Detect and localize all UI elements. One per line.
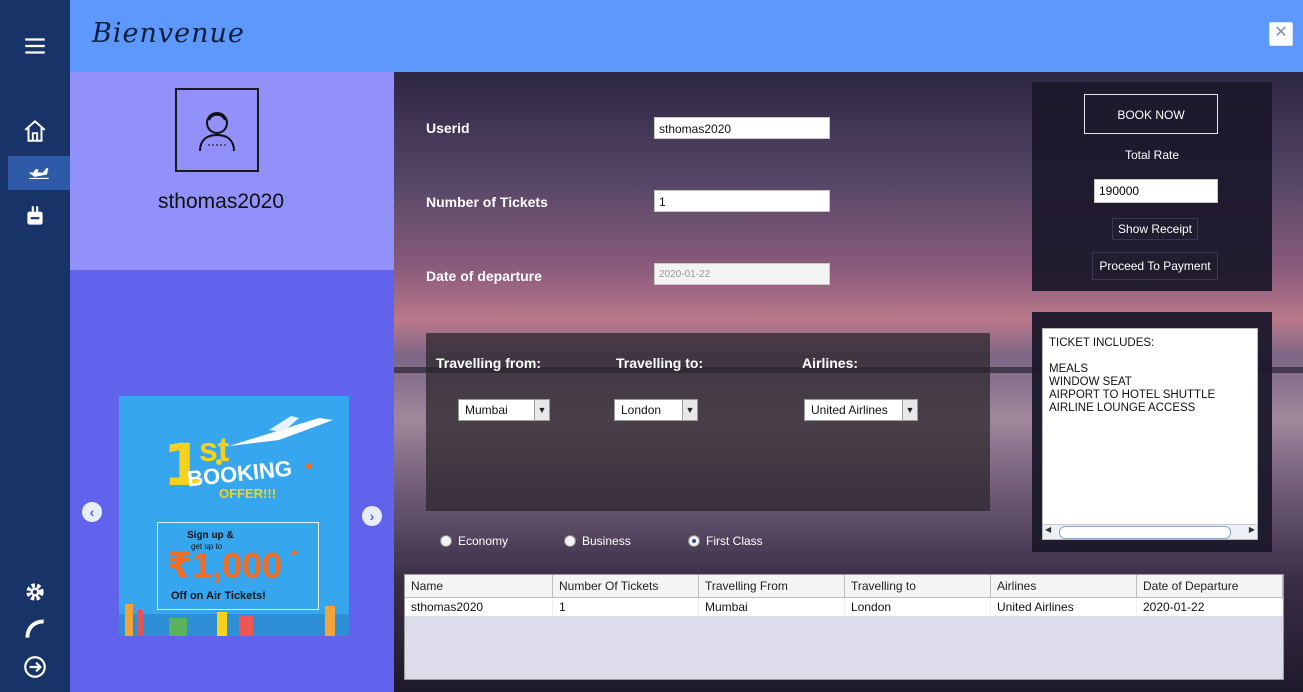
userid-field[interactable]: sthomas2020: [654, 117, 830, 139]
side-navigation: [0, 0, 70, 692]
close-button[interactable]: ✕: [1269, 22, 1293, 46]
date-field[interactable]: 2020-01-22: [654, 263, 830, 285]
chevron-down-icon[interactable]: ▼: [534, 400, 549, 420]
route-panel: Travelling from: Travelling to: Airlines…: [426, 333, 990, 511]
phone-icon: [25, 619, 44, 638]
list-item: AIRPORT TO HOTEL SHUTTLE: [1049, 389, 1216, 401]
tickets-field[interactable]: 1: [654, 190, 830, 212]
from-label: Travelling from:: [436, 355, 542, 371]
user-icon: [199, 112, 235, 152]
radio-economy-label: Economy: [458, 534, 509, 548]
userid-label: Userid: [426, 120, 470, 136]
table-cell: Mumbai: [698, 597, 845, 616]
total-rate-label: Total Rate: [1124, 148, 1180, 162]
book-now-button[interactable]: BOOK NOW: [1084, 94, 1218, 134]
nav-luggage[interactable]: [0, 198, 70, 234]
airline-label: Airlines:: [802, 355, 859, 371]
column-header-tickets[interactable]: Number Of Tickets: [552, 575, 699, 598]
airline-select[interactable]: United Airlines ▼: [804, 399, 918, 421]
radio-first-class-label: First Class: [706, 534, 763, 548]
table-cell: sthomas2020: [405, 597, 553, 616]
promo-amount: ₹1,000: [167, 545, 283, 586]
radio-button[interactable]: [440, 535, 452, 547]
tickets-label: Number of Tickets: [426, 194, 548, 210]
city-skyline-graphic: [119, 604, 349, 636]
chevron-down-icon[interactable]: ▼: [902, 400, 917, 420]
ticket-includes-textarea[interactable]: TICKET INCLUDES: MEALS WINDOW SEAT AIRPO…: [1042, 328, 1258, 540]
scrollbar-thumb[interactable]: [1059, 526, 1231, 539]
radio-first-class[interactable]: First Class: [688, 534, 763, 548]
chevron-down-icon[interactable]: ▼: [682, 400, 697, 420]
list-item: WINDOW SEAT: [1049, 376, 1132, 388]
brand-title: Bienvenue: [92, 18, 245, 49]
booking-panel: BOOK NOW Total Rate 190000 Show Receipt …: [1032, 82, 1272, 291]
date-label: Date of departure: [426, 268, 542, 284]
promo-prev-button[interactable]: ‹: [82, 502, 102, 522]
table-cell: 2020-01-22: [1136, 597, 1283, 616]
proceed-to-payment-button[interactable]: Proceed To Payment: [1092, 252, 1218, 280]
to-label: Travelling to:: [616, 355, 704, 371]
header-bar: Bienvenue ✕: [70, 0, 1303, 72]
total-rate-field[interactable]: 190000: [1094, 179, 1218, 203]
menu-icon: [25, 38, 45, 54]
scroll-right-icon[interactable]: ▶: [1249, 525, 1255, 534]
ticket-includes-panel: TICKET INCLUDES: MEALS WINDOW SEAT AIRPO…: [1032, 312, 1272, 552]
from-select-value: Mumbai: [465, 403, 508, 417]
nav-logout[interactable]: [0, 650, 70, 684]
table-header-row: Name Number Of Tickets Travelling From T…: [405, 575, 1283, 598]
radio-button[interactable]: [564, 535, 576, 547]
nav-settings[interactable]: [0, 574, 70, 610]
logout-icon: [24, 656, 46, 678]
table-row[interactable]: sthomas2020 1 Mumbai London United Airli…: [405, 597, 1283, 616]
list-item: AIRLINE LOUNGE ACCESS: [1049, 402, 1196, 414]
show-receipt-button[interactable]: Show Receipt: [1112, 218, 1198, 240]
ticket-includes-heading: TICKET INCLUDES:: [1049, 337, 1155, 349]
airplane-icon: [28, 168, 49, 179]
from-select[interactable]: Mumbai ▼: [458, 399, 550, 421]
table-cell: United Airlines: [990, 597, 1137, 616]
avatar[interactable]: [175, 88, 259, 172]
column-header-to[interactable]: Travelling to: [844, 575, 991, 598]
nav-flights[interactable]: [8, 156, 70, 190]
table-cell: London: [844, 597, 991, 616]
table-cell: 1: [552, 597, 699, 616]
promo-asterisk: *: [291, 548, 298, 565]
profile-panel: sthomas2020: [70, 72, 394, 270]
nav-contact[interactable]: [0, 612, 70, 646]
radio-economy[interactable]: Economy: [440, 534, 508, 548]
promo-offer: OFFER!!!: [219, 486, 277, 501]
promo-next-button[interactable]: ›: [362, 506, 382, 526]
settings-icon: [26, 583, 44, 601]
column-header-from[interactable]: Travelling From: [698, 575, 845, 598]
scroll-left-icon[interactable]: ◀: [1045, 525, 1051, 534]
bookings-table: Name Number Of Tickets Travelling From T…: [404, 574, 1284, 680]
column-header-airlines[interactable]: Airlines: [990, 575, 1137, 598]
column-header-date[interactable]: Date of Departure: [1136, 575, 1283, 598]
horizontal-scrollbar[interactable]: ◀ ▶: [1043, 524, 1257, 539]
menu-button[interactable]: [0, 28, 70, 64]
radio-button-selected[interactable]: [688, 535, 700, 547]
to-select[interactable]: London ▼: [614, 399, 698, 421]
to-select-value: London: [621, 403, 662, 417]
promo-banner[interactable]: 1 st BOOKING OFFER!!! Sign up & get up t…: [119, 396, 349, 636]
luggage-icon: [27, 206, 43, 225]
radio-business-label: Business: [582, 534, 631, 548]
list-item: MEALS: [1049, 363, 1088, 375]
column-header-name[interactable]: Name: [405, 575, 553, 598]
home-icon: [24, 119, 46, 142]
profile-username: sthomas2020: [157, 190, 285, 213]
promo-signup: Sign up &: [187, 530, 234, 541]
airline-select-value: United Airlines: [811, 403, 888, 417]
nav-home[interactable]: [0, 112, 70, 150]
radio-business[interactable]: Business: [564, 534, 631, 548]
